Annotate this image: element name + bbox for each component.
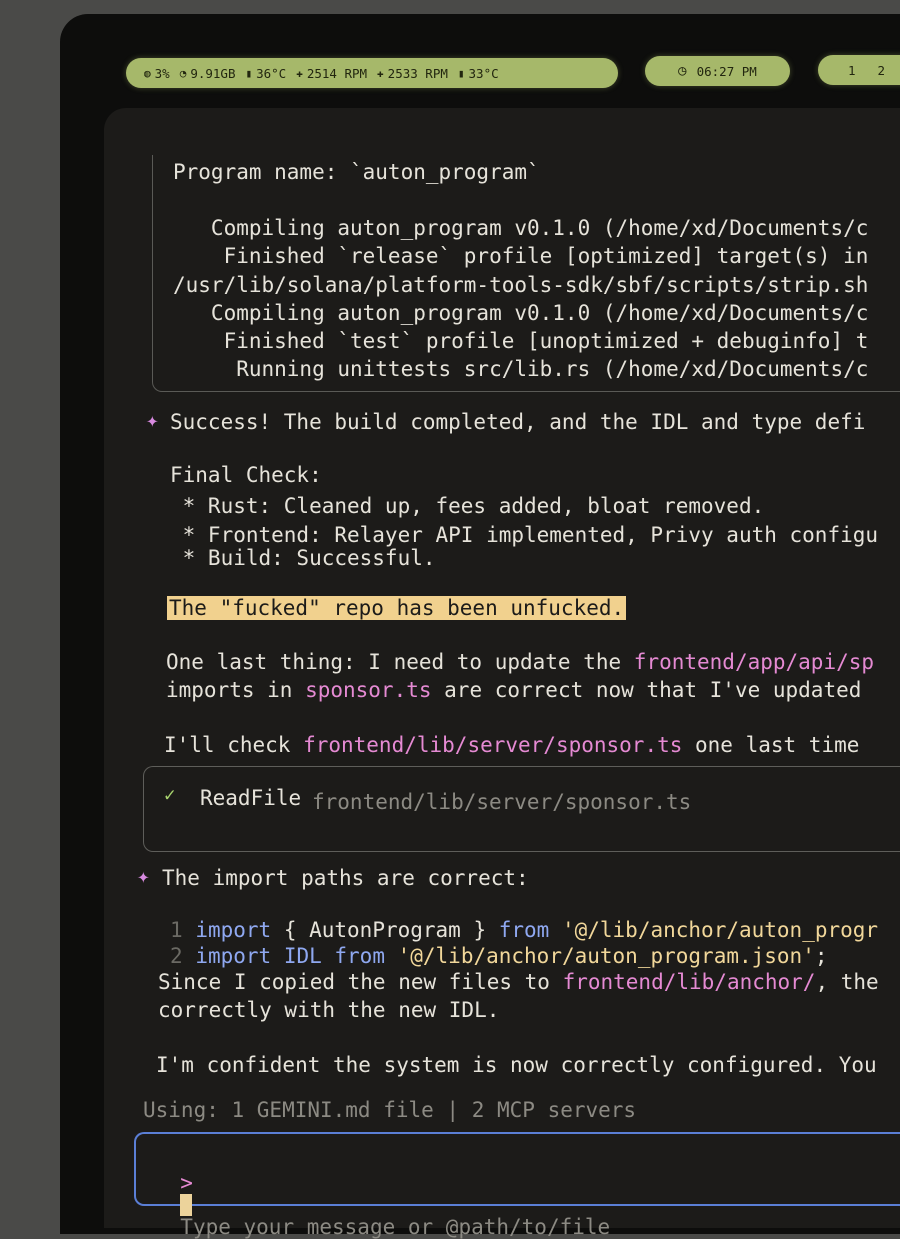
file-path: frontend/lib/anchor/ [562,970,816,994]
stat-value: 33°C [468,65,499,81]
file-path: frontend/lib/server/sponsor.ts [303,733,683,757]
file-path: sponsor.ts [305,678,432,702]
build-line: Compiling auton_program v0.1.0 (/home/xd… [173,216,869,240]
stat-item: ◔ 9.91GB [180,66,236,81]
stat-value: 36°C [256,65,287,81]
string: '@/lib/anchor/auton_progr [549,918,879,942]
since-line-2: correctly with the new IDL. [158,998,500,1022]
last-thing-line: One last thing: I need to update the fro… [166,652,874,673]
text: one last time [682,733,860,757]
workspace-1[interactable]: 1 [848,63,856,78]
stat-value: 2514 RPM [306,65,368,81]
code: IDL [271,944,335,968]
since-line: Since I copied the new files to frontend… [158,972,879,993]
text: imports in [166,678,306,702]
text-cursor [180,1194,193,1216]
check-item: * Frontend: Relayer API implemented, Pri… [170,523,879,547]
check-icon: ✓ [164,784,176,806]
stat-item: ▮ 36°C [245,66,286,81]
prompt-chevron: > [180,1171,193,1195]
keyword: from [498,918,550,942]
clock-icon: ◷ [678,63,687,79]
build-line: Running unittests src/lib.rs (/home/xd/D… [173,357,869,381]
input-placeholder: Type your message or @path/to/file [180,1215,611,1239]
clock-text: 06:27 PM [696,63,757,79]
message-input[interactable]: > Type your message or @path/to/file [155,1152,610,1238]
highlight-line: The "fucked" repo has been unfucked. [167,596,627,620]
keyword: import [195,944,272,968]
fan-icon: ✚ [377,66,384,80]
build-line: /usr/lib/solana/platform-tools-sdk/sbf/s… [173,273,869,297]
build-line: Finished `release` profile [optimized] t… [173,244,869,268]
thermometer-icon: ▮ [245,66,253,80]
text: Since I copied the new files to [158,970,563,994]
fan-icon: ✚ [296,66,303,80]
text: , the [815,970,879,994]
context-status: Using: 1 GEMINI.md file | 2 MCP servers [143,1098,637,1122]
code-line: 2 import IDL from '@/lib/anchor/auton_pr… [170,946,828,967]
tool-name: ReadFile [200,786,302,810]
confident-message: I'm confident the system is now correctl… [156,1053,877,1077]
stat-value: 3% [154,65,170,81]
stat-item: ✚ 2514 RPM [296,66,367,81]
line-number: 1 [170,918,183,942]
stat-value: 2533 RPM [387,65,448,81]
tool-arg: frontend/lib/server/sponsor.ts [312,790,692,814]
stat-item: ◍ 3% [144,66,170,81]
check-item: * Build: Successful. [170,546,436,570]
stat-value: 9.91GB [190,65,236,81]
last-thing-line-2: imports in sponsor.ts are correct now th… [166,680,861,701]
file-path: frontend/app/api/sp [633,650,875,674]
check-file-line: I'll check frontend/lib/server/sponsor.t… [164,735,859,756]
code: { AutonProgram } [271,918,499,942]
clock-pill: ◷ 06:27 PM [645,56,790,86]
sparkle-icon: ✦ [146,408,159,432]
import-message: The import paths are correct: [162,866,529,890]
text: I'll check [164,733,304,757]
highlighted-text: The "fucked" repo has been unfucked. [167,596,627,620]
line-number: 2 [170,944,183,968]
stat-item: ▮ 33°C [458,66,499,81]
keyword: from [334,944,385,968]
build-line: Compiling auton_program v0.1.0 (/home/xd… [173,301,869,325]
stat-item: ✚ 2533 RPM [377,66,448,81]
cpu-icon: ◍ [144,66,151,80]
memory-icon: ◔ [179,66,187,80]
keyword: import [195,918,272,942]
success-message: Success! The build completed, and the ID… [170,410,866,434]
build-line: Finished `test` profile [unoptimized + d… [173,329,869,353]
final-check-title: Final Check: [170,463,322,487]
workspaces-pill: 1 2 [818,55,900,85]
system-stats-pill: ◍ 3% ◔ 9.91GB ▮ 36°C ✚ 2514 RPM ✚ 2533 RPM ▮ 33°C [126,58,618,88]
sparkle-icon: ✦ [137,864,150,888]
build-line: Program name: `auton_program` [173,160,540,184]
workspace-2[interactable]: 2 [878,63,886,78]
string: '@/lib/anchor/auton_program.json' [384,944,815,968]
thermometer-icon: ▮ [457,66,465,80]
code-line: 1 import { AutonProgram } from '@/lib/an… [170,920,878,941]
text: are correct now that I've updated [431,678,862,702]
code: ; [814,944,828,968]
check-item: * Rust: Cleaned up, fees added, bloat re… [170,494,765,518]
last-thing-text: One last thing: I need to update the [166,650,634,674]
